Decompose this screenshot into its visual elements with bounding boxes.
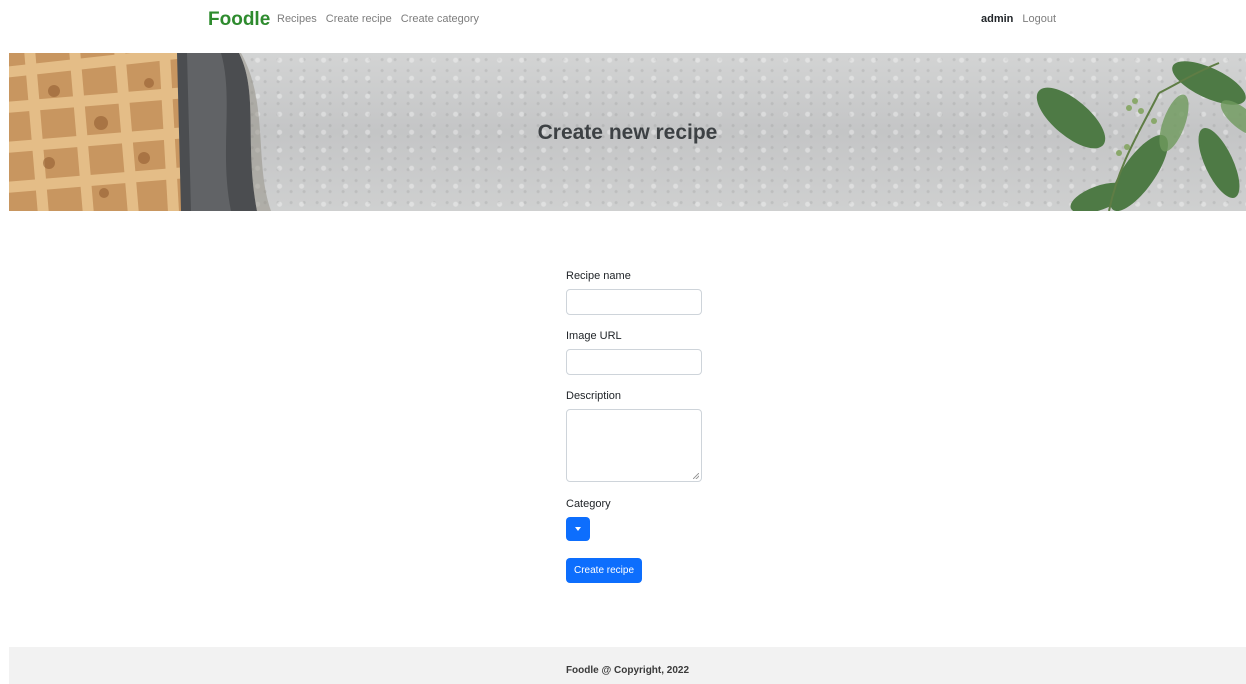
logout-link[interactable]: Logout — [1022, 13, 1056, 25]
footer: Foodle @ Copyright, 2022 — [9, 647, 1246, 684]
create-recipe-button[interactable]: Create recipe — [566, 558, 643, 583]
chevron-down-icon — [575, 527, 581, 531]
nav-link-create-category[interactable]: Create category — [401, 13, 479, 25]
create-recipe-form: Recipe name Image URL Description Catego… — [566, 270, 706, 583]
image-url-input[interactable] — [566, 349, 702, 375]
nav-link-create-recipe[interactable]: Create recipe — [326, 13, 392, 25]
hero-banner: Create new recipe — [9, 53, 1246, 211]
nav-links: Recipes Create recipe Create category — [277, 13, 479, 25]
nav-user-area: admin Logout — [981, 13, 1056, 25]
nav-link-recipes[interactable]: Recipes — [277, 13, 317, 25]
recipe-name-label: Recipe name — [566, 270, 631, 282]
description-textarea[interactable] — [566, 409, 702, 482]
brand-logo[interactable]: Foodle — [208, 9, 270, 31]
recipe-name-input[interactable] — [566, 289, 702, 315]
resize-handle-icon[interactable] — [693, 473, 699, 479]
copyright-text: Foodle @ Copyright, 2022 — [565, 665, 690, 676]
username: admin — [981, 13, 1014, 25]
page-title: Create new recipe — [537, 121, 718, 144]
navbar: Foodle Recipes Create recipe Create cate… — [0, 0, 1246, 40]
category-label: Category — [566, 498, 611, 510]
category-dropdown-button[interactable] — [566, 517, 590, 541]
description-label: Description — [566, 390, 622, 402]
image-url-label: Image URL — [566, 330, 622, 342]
